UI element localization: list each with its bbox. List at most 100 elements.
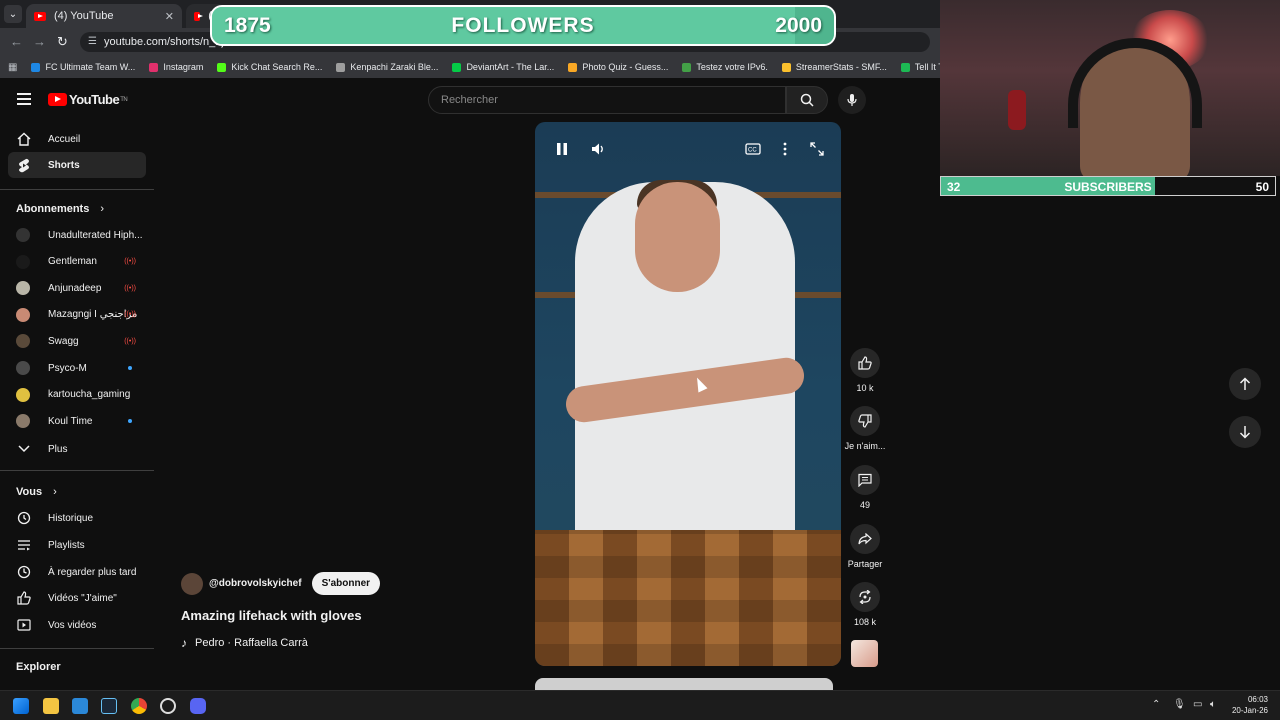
live-indicator-icon: ((•)) [124, 284, 136, 292]
close-tab-icon[interactable]: ✕ [165, 10, 174, 23]
captions-button[interactable]: CC [745, 142, 761, 156]
section-title: Vous [16, 486, 43, 498]
sidebar-item-subscription[interactable]: Swagg ((•)) [8, 328, 146, 354]
shorts-icon [16, 157, 32, 173]
expand-icon [810, 142, 824, 156]
sidebar-item-subscription[interactable]: Mazagngi I مزاجنجي ((•)) [8, 302, 146, 328]
like-button[interactable]: 10 k [843, 348, 887, 393]
display-icon[interactable]: ▭ [1193, 699, 1202, 710]
search-button[interactable] [786, 86, 828, 114]
subscriptions-heading[interactable]: Abonnements › [16, 203, 104, 215]
sidebar-item-playlists[interactable]: Playlists [8, 532, 146, 558]
bookmark-item[interactable]: FC Ultimate Team W... [31, 62, 135, 72]
short-video-player[interactable]: CC [535, 122, 841, 666]
speaker-icon[interactable]: 🔈︎ [1210, 699, 1216, 710]
share-button[interactable]: Partager [843, 524, 887, 569]
site-info-icon[interactable]: ☰ [88, 36, 97, 47]
forward-arrow-icon[interactable]: → [33, 34, 46, 49]
obs-icon[interactable] [160, 698, 176, 714]
search-input[interactable]: Rechercher [428, 86, 786, 114]
channel-avatar [16, 334, 30, 349]
remix-count: 108 k [853, 617, 877, 627]
volume-icon [592, 143, 603, 155]
steam-icon[interactable] [101, 698, 117, 714]
windows-start-icon[interactable] [13, 698, 29, 714]
video-frame-cutting-board [535, 530, 841, 666]
arrow-up-icon [1239, 377, 1251, 390]
bookmark-favicon-icon [31, 62, 41, 72]
video-title[interactable]: Amazing lifehack with gloves [181, 608, 362, 623]
svg-text:CC: CC [748, 148, 757, 154]
bookmark-item[interactable]: Kenpachi Zaraki Ble... [336, 62, 438, 72]
bookmark-label: DeviantArt - The Lar... [466, 62, 555, 72]
remix-icon [850, 582, 880, 612]
bookmark-item[interactable]: DeviantArt - The Lar... [452, 62, 554, 72]
chevron-up-icon[interactable]: ⌃ [1152, 699, 1160, 710]
sidebar-item-home[interactable]: Accueil [8, 126, 146, 152]
channel-info: @dobrovolskyichef S'abonner [181, 572, 381, 595]
dislike-button[interactable]: Je n'aim... [843, 406, 887, 451]
bookmark-item[interactable]: Testez votre IPv6. [682, 62, 768, 72]
sidebar-item-watch-later[interactable]: À regarder plus tard [8, 559, 146, 585]
sidebar-item-shorts[interactable]: Shorts [8, 152, 146, 178]
sidebar-item-subscription[interactable]: kartoucha_gaming [8, 382, 146, 408]
chrome-icon[interactable] [131, 698, 147, 714]
sidebar-item-history[interactable]: Historique [8, 505, 146, 531]
sidebar-item-subscription[interactable]: Gentleman ((•)) [8, 249, 146, 275]
clock-date: 20-Jan-26 [1231, 706, 1268, 715]
voice-search-button[interactable] [838, 86, 866, 114]
sound-thumbnail[interactable] [851, 640, 878, 667]
pause-button[interactable] [555, 142, 569, 156]
menu-icon[interactable] [17, 93, 31, 105]
sidebar-item-subscription[interactable]: Koul Time [8, 408, 146, 434]
webcam-microphone [1008, 90, 1026, 130]
outlook-icon[interactable] [72, 698, 88, 714]
music-link[interactable]: ♪ Pedro · Raffaella Carrà [181, 636, 308, 650]
fullscreen-button[interactable] [810, 142, 824, 156]
bookmark-item[interactable]: StreamerStats - SMF... [781, 62, 887, 72]
bookmark-label: StreamerStats - SMF... [795, 62, 887, 72]
search-icon [800, 93, 814, 107]
you-heading[interactable]: Vous › [16, 486, 57, 498]
sidebar-item-label: Anjunadeep [48, 282, 102, 294]
previous-short-button[interactable] [1229, 368, 1261, 400]
sidebar-item-subscription[interactable]: Psyco-M [8, 355, 146, 381]
sidebar-item-more[interactable]: Plus [8, 436, 146, 462]
channel-avatar[interactable] [181, 572, 203, 595]
sidebar-item-label: Gentleman [48, 256, 97, 268]
sidebar-item-your-videos[interactable]: Vos vidéos [8, 612, 146, 638]
bookmark-item[interactable]: Instagram [149, 62, 203, 72]
sidebar-item-subscription[interactable]: Unadulterated Hiph... [8, 222, 146, 248]
channel-name[interactable]: @dobrovolskyichef [209, 578, 302, 589]
browser-tab-youtube[interactable]: (4) YouTube ✕ [26, 4, 182, 28]
discord-icon[interactable] [190, 698, 206, 714]
followers-goal-bar: 1875 FOLLOWERS 2000 [210, 5, 836, 46]
reload-icon[interactable]: ↻ [57, 34, 68, 50]
bookmark-item[interactable]: Kick Chat Search Re... [217, 62, 322, 72]
bookmark-item[interactable]: Photo Quiz - Guess... [568, 62, 668, 72]
share-icon [850, 524, 880, 554]
remix-button[interactable]: 108 k [843, 582, 887, 627]
back-arrow-icon[interactable]: ← [10, 34, 23, 49]
sidebar-item-liked[interactable]: Vidéos "J'aime" [8, 585, 146, 611]
channel-avatar [16, 307, 30, 322]
volume-button[interactable] [591, 142, 605, 156]
subscribe-button[interactable]: S'abonner [311, 572, 381, 595]
system-clock[interactable]: 06:03 20-Jan-26 [1220, 694, 1268, 716]
next-short-button[interactable] [1229, 416, 1261, 448]
comment-icon [850, 465, 880, 495]
tab-search-button[interactable]: ⌄ [4, 5, 22, 23]
youtube-play-icon [48, 93, 67, 106]
live-indicator-icon: ((•)) [124, 258, 136, 266]
apps-grid-icon[interactable]: ▦ [8, 62, 17, 73]
sidebar-item-subscription[interactable]: Anjunadeep ((•)) [8, 275, 146, 301]
youtube-logo[interactable]: YouTube TN [48, 92, 128, 107]
divider [0, 189, 154, 190]
file-explorer-icon[interactable] [43, 698, 59, 714]
bookmark-item[interactable]: Tell It To My Heart -... [900, 62, 940, 72]
comments-button[interactable]: 49 [843, 465, 887, 510]
more-options-button[interactable] [778, 142, 792, 156]
microphone-icon[interactable]: 🎙︎ [1173, 699, 1186, 710]
clock-time: 06:03 [1247, 695, 1268, 704]
bookmark-label: FC Ultimate Team W... [45, 62, 136, 72]
